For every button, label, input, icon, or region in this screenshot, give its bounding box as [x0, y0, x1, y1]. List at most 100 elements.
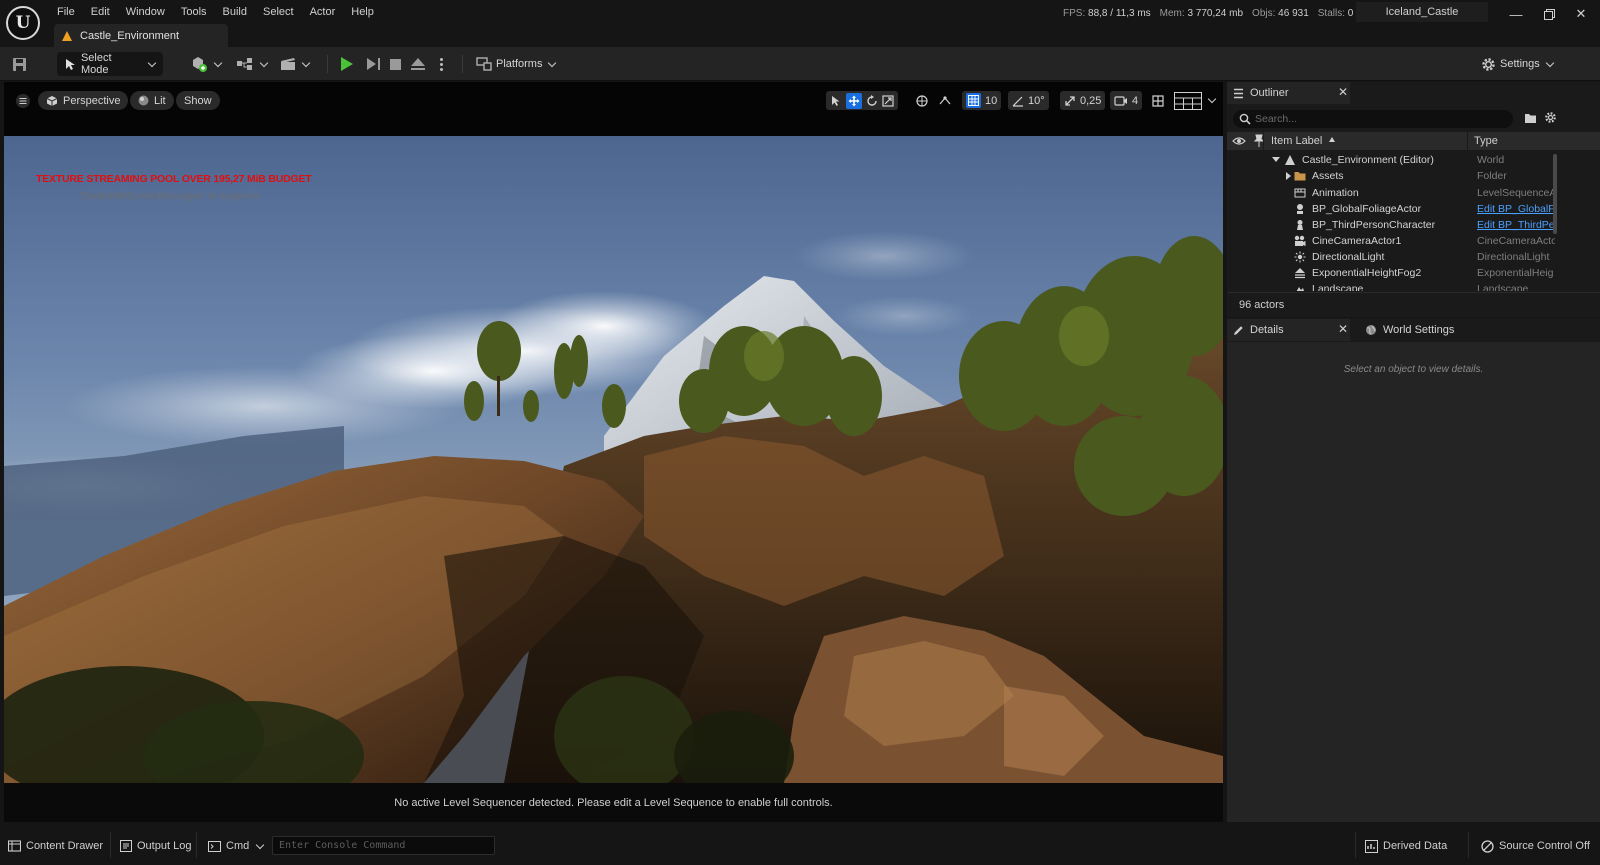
- terminal-icon: [208, 840, 221, 852]
- cinematics-button[interactable]: [280, 52, 311, 76]
- output-log-label: Output Log: [137, 840, 192, 852]
- menu-help[interactable]: Help: [343, 2, 382, 22]
- viewport-menu-button[interactable]: [12, 91, 34, 110]
- outliner-settings-icon[interactable]: [1544, 111, 1557, 124]
- item-name: CineCameraActor1: [1312, 235, 1402, 247]
- save-icon[interactable]: [12, 52, 27, 76]
- select-tool-icon[interactable]: [830, 95, 842, 107]
- performance-stats: FPS: 88,8 / 11,3 ms Mem: 3 770,24 mb Obj…: [1063, 8, 1353, 19]
- menu-file[interactable]: File: [48, 2, 83, 22]
- add-actor-icon: [193, 57, 207, 72]
- visibility-eye-icon[interactable]: [1232, 135, 1246, 147]
- scale-snap-button[interactable]: 0,25: [1060, 91, 1106, 110]
- cine-camera-icon: [1294, 235, 1306, 246]
- derived-data-button[interactable]: Derived Data: [1365, 836, 1447, 856]
- menu-build[interactable]: Build: [215, 2, 255, 22]
- source-control-label: Source Control Off: [1499, 840, 1590, 852]
- camera-speed-button[interactable]: 4: [1110, 91, 1143, 110]
- minimize-icon[interactable]: —: [1506, 4, 1526, 24]
- unreal-logo-icon[interactable]: U: [6, 6, 40, 40]
- coordinate-system-button[interactable]: [916, 91, 928, 110]
- camera-speed-value: 4: [1132, 94, 1139, 107]
- list-item[interactable]: CineCameraActor1 CineCameraActo: [1227, 233, 1600, 249]
- tab-outliner[interactable]: Outliner: [1227, 82, 1350, 104]
- cmd-dropdown[interactable]: Cmd: [208, 836, 265, 856]
- restore-icon[interactable]: [1539, 4, 1559, 24]
- platforms-label: Platforms: [496, 58, 543, 70]
- stop-button[interactable]: [390, 52, 401, 76]
- document-tab[interactable]: Castle_Environment: [54, 24, 228, 47]
- outliner-search-input[interactable]: Search...: [1233, 110, 1513, 128]
- perspective-button[interactable]: Perspective: [38, 91, 129, 110]
- tab-details[interactable]: Details: [1227, 319, 1350, 341]
- console-command-input[interactable]: Enter Console Command: [272, 836, 495, 855]
- list-item[interactable]: BP_GlobalFoliageActor Edit BP_GlobalF: [1227, 201, 1600, 217]
- play-icon: [341, 57, 353, 71]
- grid-snap-box: 10: [962, 91, 1002, 110]
- menu-actor[interactable]: Actor: [302, 2, 344, 22]
- list-item[interactable]: ExponentialHeightFog2 ExponentialHeig: [1227, 265, 1600, 281]
- eject-button[interactable]: [411, 52, 425, 76]
- expand-arrow-icon[interactable]: [1272, 157, 1280, 162]
- globe-icon: [1366, 325, 1376, 335]
- list-item[interactable]: Castle_Environment (Editor) World: [1227, 152, 1600, 168]
- tab-world-settings[interactable]: World Settings: [1359, 319, 1454, 341]
- list-item[interactable]: DirectionalLight DirectionalLight: [1227, 249, 1600, 265]
- select-mode-label: Select Mode: [80, 52, 112, 76]
- blueprint-button[interactable]: [236, 52, 269, 76]
- play-options-button[interactable]: [440, 52, 443, 76]
- step-icon: [367, 58, 376, 70]
- translate-tool[interactable]: [846, 92, 862, 109]
- edit-blueprint-link[interactable]: Edit BP_ThirdPe: [1477, 219, 1555, 231]
- menu-tools[interactable]: Tools: [173, 2, 215, 22]
- show-button[interactable]: Show: [176, 91, 220, 110]
- rotate-icon[interactable]: [866, 94, 878, 107]
- column-item-label[interactable]: Item Label: [1271, 135, 1322, 147]
- settings-dropdown[interactable]: Settings: [1481, 52, 1554, 76]
- select-mode-dropdown[interactable]: Select Mode: [57, 52, 163, 76]
- menu-select[interactable]: Select: [255, 2, 302, 22]
- list-item[interactable]: Animation LevelSequenceA: [1227, 185, 1600, 201]
- content-drawer-icon: [8, 840, 21, 852]
- rotation-snap-box: 10°: [1008, 91, 1049, 110]
- add-content-button[interactable]: [190, 52, 223, 76]
- menu-window[interactable]: Window: [118, 2, 173, 22]
- grid-snap-button[interactable]: 10: [962, 91, 1002, 110]
- more-options-icon: [440, 57, 443, 71]
- document-tab-label: Castle_Environment: [80, 29, 180, 42]
- menu-edit[interactable]: Edit: [83, 2, 118, 22]
- platforms-dropdown[interactable]: Platforms: [476, 52, 557, 76]
- sequencer-message: No active Level Sequencer detected. Plea…: [394, 796, 833, 809]
- close-details-icon[interactable]: ✕: [1338, 322, 1348, 336]
- list-item[interactable]: Landscape Landscape: [1227, 281, 1600, 291]
- collapse-arrow-icon[interactable]: [1286, 172, 1291, 180]
- content-drawer-button[interactable]: Content Drawer: [8, 836, 103, 856]
- outliner-scrollbar[interactable]: [1553, 154, 1557, 234]
- close-outliner-icon[interactable]: ✕: [1338, 85, 1348, 99]
- lit-button[interactable]: Lit: [130, 91, 174, 110]
- source-control-button[interactable]: Source Control Off: [1481, 836, 1590, 856]
- surface-snap-button[interactable]: [939, 91, 951, 110]
- play-button[interactable]: [341, 52, 353, 76]
- item-name: DirectionalLight: [1312, 251, 1385, 263]
- scale-icon[interactable]: [882, 94, 894, 107]
- edit-blueprint-link[interactable]: Edit BP_GlobalF: [1477, 203, 1555, 215]
- rotation-snap-button[interactable]: 10°: [1008, 91, 1049, 110]
- list-item[interactable]: Assets Folder: [1227, 168, 1600, 184]
- console-placeholder: Enter Console Command: [279, 840, 406, 851]
- maximize-viewport-button[interactable]: [1152, 91, 1164, 110]
- layout-dropdown[interactable]: [1174, 91, 1217, 110]
- list-item[interactable]: BP_ThirdPersonCharacter Edit BP_ThirdPe: [1227, 217, 1600, 233]
- advance-frame-button[interactable]: [367, 52, 380, 76]
- item-name: Landscape: [1312, 283, 1364, 291]
- item-name: BP_ThirdPersonCharacter: [1312, 219, 1436, 231]
- output-log-button[interactable]: Output Log: [120, 836, 191, 856]
- world-icon: [1285, 155, 1295, 165]
- column-type[interactable]: Type: [1474, 135, 1498, 147]
- add-folder-icon[interactable]: [1524, 112, 1537, 124]
- scene-render[interactable]: [4, 136, 1223, 783]
- level-viewport[interactable]: Perspective Lit Show 10 10° 0,25 4 TEXTU…: [4, 82, 1223, 822]
- grid-layout-icon: [1174, 91, 1202, 110]
- close-icon[interactable]: ✕: [1571, 4, 1591, 24]
- outliner-panel: Outliner ✕ Search... Item Label Type Cas…: [1227, 82, 1600, 317]
